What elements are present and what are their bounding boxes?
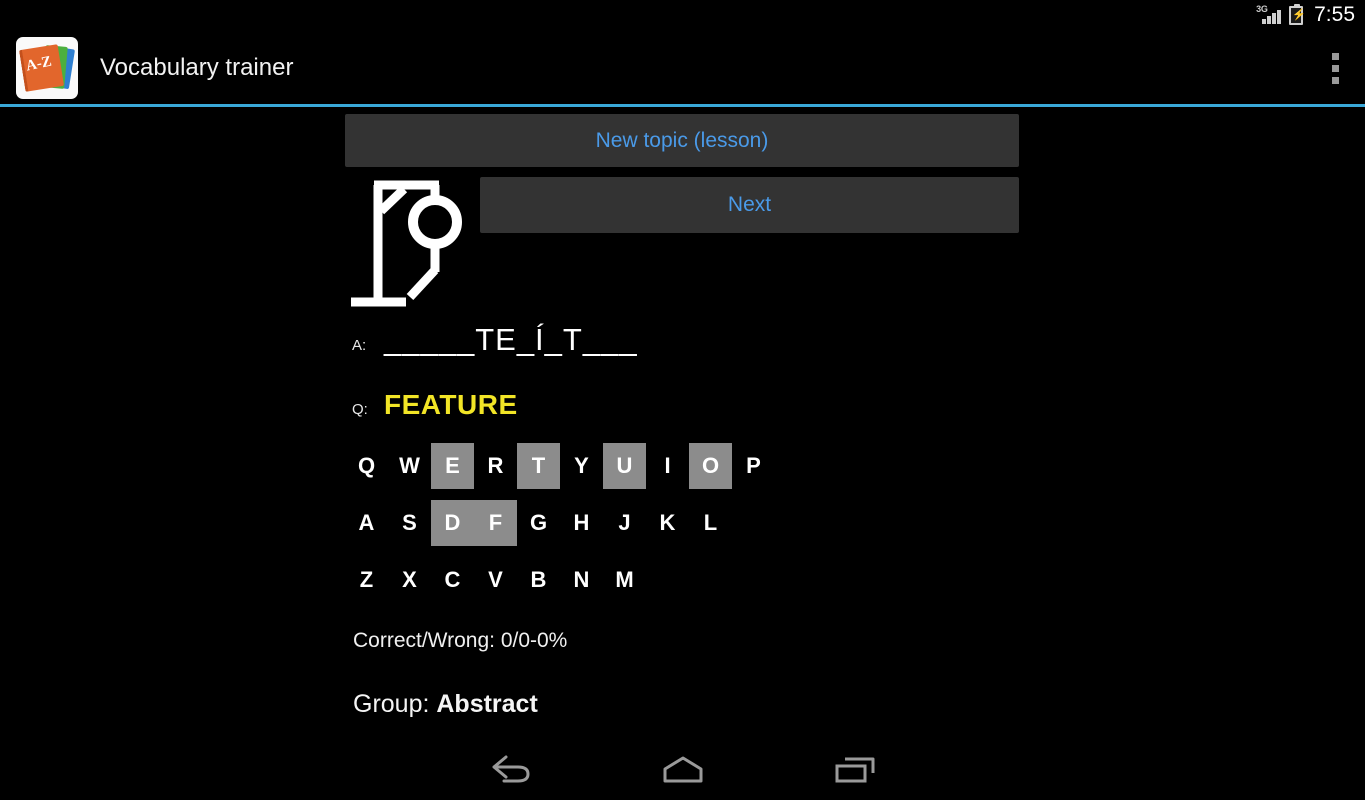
key-z[interactable]: Z: [345, 557, 388, 603]
key-f[interactable]: F: [474, 499, 517, 546]
key-k[interactable]: K: [646, 500, 689, 546]
key-p[interactable]: P: [732, 443, 775, 489]
key-m[interactable]: M: [603, 557, 646, 603]
back-button[interactable]: [425, 740, 597, 800]
signal-bars: [1262, 9, 1282, 24]
letter-keyboard: QWERTYUIOPASDFGHJKLZXCVBNM: [345, 437, 775, 608]
answer-row: A: _____TE_Í_T___: [352, 322, 638, 358]
answer-label: A:: [352, 337, 367, 354]
keyboard-row: QWERTYUIOP: [345, 437, 775, 494]
new-topic-button[interactable]: New topic (lesson): [345, 114, 1019, 167]
android-nav-bar: [0, 740, 1365, 800]
signal-bars-icon: 3G: [1256, 4, 1282, 25]
question-label: Q:: [352, 401, 368, 418]
key-r[interactable]: R: [474, 443, 517, 489]
status-bar: 3G ⚡ 7:55: [0, 0, 1365, 30]
hangman-gallows-icon: [351, 180, 462, 307]
key-i[interactable]: I: [646, 443, 689, 489]
key-v[interactable]: V: [474, 557, 517, 603]
key-j[interactable]: J: [603, 500, 646, 546]
key-q[interactable]: Q: [345, 443, 388, 489]
recent-apps-button[interactable]: [769, 740, 941, 800]
app-title: Vocabulary trainer: [100, 54, 294, 81]
keyboard-row: ASDFGHJKL: [345, 494, 775, 551]
key-g[interactable]: G: [517, 500, 560, 546]
key-e[interactable]: E: [431, 442, 474, 489]
action-bar: A-Z Vocabulary trainer: [0, 30, 1365, 106]
group-value: Abstract: [436, 690, 538, 718]
status-bar-clock: 7:55: [1314, 3, 1355, 26]
main-content: New topic (lesson) Next A: _____TE_Í_T__…: [0, 107, 1365, 740]
key-c[interactable]: C: [431, 557, 474, 603]
battery-bolt-glyph: ⚡: [1292, 8, 1306, 21]
key-h[interactable]: H: [560, 500, 603, 546]
group-label: Group:: [353, 690, 437, 718]
group-line: Group: Abstract: [353, 690, 538, 719]
key-a[interactable]: A: [345, 500, 388, 546]
key-s[interactable]: S: [388, 500, 431, 546]
key-t[interactable]: T: [517, 442, 560, 489]
back-icon: [492, 755, 529, 783]
key-x[interactable]: X: [388, 557, 431, 603]
overflow-menu-icon[interactable]: [1319, 42, 1351, 94]
recent-apps-icon: [835, 757, 874, 783]
question-text: FEATURE: [384, 389, 518, 420]
key-l[interactable]: L: [689, 500, 732, 546]
key-u[interactable]: U: [603, 442, 646, 489]
home-button[interactable]: [597, 740, 769, 800]
score-stats: Correct/Wrong: 0/0-0%: [353, 629, 568, 652]
key-y[interactable]: Y: [560, 443, 603, 489]
answer-text: _____TE_Í_T___: [384, 322, 638, 357]
keyboard-row: ZXCVBNM: [345, 551, 775, 608]
home-icon: [663, 756, 702, 783]
question-row: Q: FEATURE: [352, 389, 518, 421]
battery-charging-icon: ⚡: [1289, 3, 1306, 25]
app-icon[interactable]: A-Z: [16, 37, 78, 99]
key-o[interactable]: O: [689, 442, 732, 489]
key-b[interactable]: B: [517, 557, 560, 603]
status-icons: 3G ⚡ 7:55: [1256, 3, 1355, 27]
next-button[interactable]: Next: [480, 177, 1019, 233]
key-w[interactable]: W: [388, 443, 431, 489]
key-d[interactable]: D: [431, 499, 474, 546]
key-n[interactable]: N: [560, 557, 603, 603]
